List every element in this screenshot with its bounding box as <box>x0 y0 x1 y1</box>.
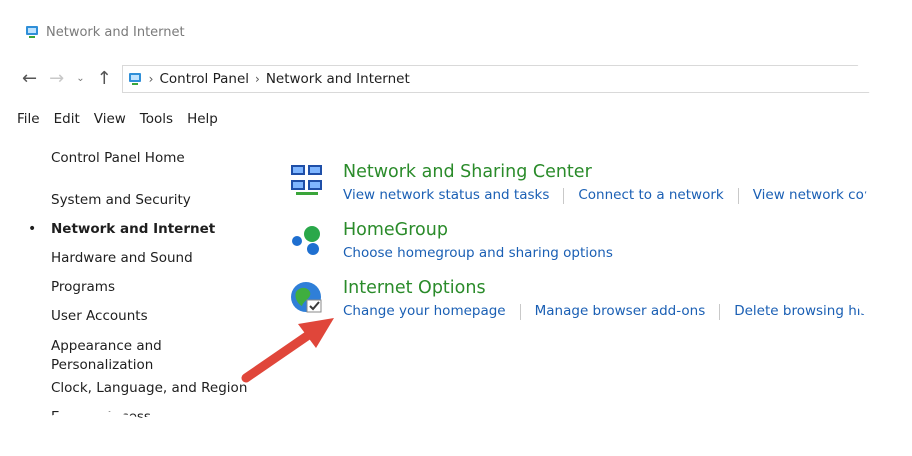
group-links: View network status and tasks Connect to… <box>343 187 880 204</box>
back-arrow-icon[interactable]: ← <box>22 70 37 88</box>
menu-view[interactable]: View <box>94 111 126 127</box>
menu-tools[interactable]: Tools <box>140 111 173 127</box>
menu-bar: File Edit View Tools Help <box>10 108 218 130</box>
window-title: Network and Internet <box>46 24 185 40</box>
sidebar-item-appearance-and-personalization[interactable]: Appearance and Personalization <box>51 337 169 375</box>
link-manage-browser-addons[interactable]: Manage browser add-ons <box>535 303 706 320</box>
sidebar-item-user-accounts[interactable]: User Accounts <box>51 308 148 324</box>
link-divider <box>719 304 721 320</box>
active-bullet-icon: • <box>28 221 37 237</box>
link-divider <box>563 188 565 204</box>
forward-arrow-icon[interactable]: → <box>49 70 64 88</box>
breadcrumb-separator-icon[interactable]: › <box>149 72 154 86</box>
sidebar-item-network-and-internet[interactable]: Network and Internet <box>51 221 215 237</box>
menu-file[interactable]: File <box>17 111 40 127</box>
link-choose-homegroup[interactable]: Choose homegroup and sharing options <box>343 245 613 261</box>
internet-options-icon[interactable] <box>288 278 326 316</box>
link-view-network-computers[interactable]: View network computers <box>753 187 880 204</box>
sidebar-item-ease-of-access[interactable]: Ease of Access <box>51 409 151 422</box>
address-field[interactable]: › Control Panel › Network and Internet <box>121 65 880 93</box>
link-delete-browsing-history[interactable]: Delete browsing history <box>734 303 879 320</box>
menu-help[interactable]: Help <box>187 111 218 127</box>
up-arrow-icon[interactable]: ↑ <box>97 70 112 88</box>
control-panel-window: Network and Internet ← → ⌄ ↑ › Control P… <box>10 12 880 422</box>
sidebar-item-clock-language-region[interactable]: Clock, Language, and Region <box>51 380 247 396</box>
breadcrumb-separator-icon[interactable]: › <box>255 72 260 86</box>
group-links: Change your homepage Manage browser add-… <box>343 303 879 320</box>
link-connect-to-network[interactable]: Connect to a network <box>578 187 723 204</box>
group-title[interactable]: HomeGroup <box>343 220 448 240</box>
sidebar-item-hardware-and-sound[interactable]: Hardware and Sound <box>51 250 193 266</box>
recent-locations-chevron-icon[interactable]: ⌄ <box>76 74 84 84</box>
network-sharing-icon[interactable] <box>288 162 326 200</box>
control-panel-icon <box>128 73 141 85</box>
title-bar: Network and Internet <box>10 12 879 52</box>
sidebar-item-programs[interactable]: Programs <box>51 279 115 295</box>
link-divider <box>737 188 739 204</box>
breadcrumb-control-panel[interactable]: Control Panel <box>159 71 249 87</box>
homegroup-icon[interactable] <box>288 220 326 258</box>
menu-edit[interactable]: Edit <box>54 111 80 127</box>
link-divider <box>519 304 521 320</box>
sidebar-item-system-and-security[interactable]: System and Security <box>51 192 191 208</box>
annotation-arrow-icon <box>241 318 334 383</box>
sidebar-item-control-panel-home[interactable]: Control Panel Home <box>51 150 185 166</box>
breadcrumb-network-and-internet[interactable]: Network and Internet <box>266 71 410 87</box>
control-panel-icon <box>26 26 38 38</box>
link-change-homepage[interactable]: Change your homepage <box>343 303 506 320</box>
group-links: Choose homegroup and sharing options <box>343 245 613 261</box>
group-title[interactable]: Internet Options <box>343 278 486 298</box>
link-view-network-status[interactable]: View network status and tasks <box>343 187 549 204</box>
address-bar: ← → ⌄ ↑ › Control Panel › Network and In… <box>10 64 880 94</box>
group-title[interactable]: Network and Sharing Center <box>343 162 592 182</box>
